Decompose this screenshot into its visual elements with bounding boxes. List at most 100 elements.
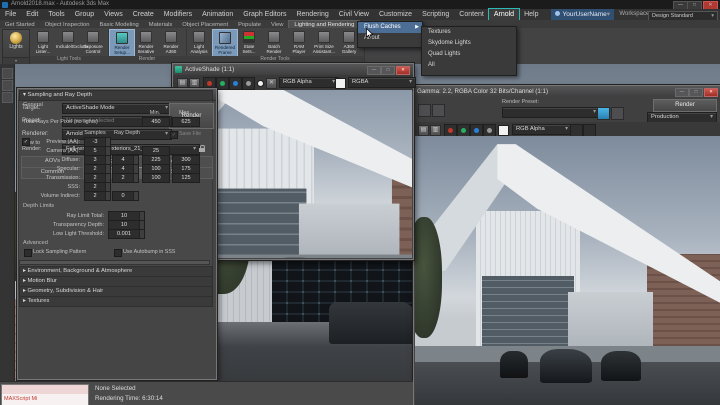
menu-edit[interactable]: Edit — [21, 9, 43, 20]
menu-customize[interactable]: Customize — [374, 9, 417, 20]
green-channel-toggle[interactable] — [216, 77, 229, 90]
workspace-select[interactable]: Design Standard▾ — [648, 11, 718, 21]
render-setup-button[interactable]: Render Setup... — [109, 29, 135, 58]
rollout-geometry[interactable]: ▸ Geometry, Subdivision & Hair — [19, 286, 213, 289]
tool-icon[interactable] — [2, 92, 13, 103]
ribbon-group-render: Render Setup... Render Iterative Render … — [108, 29, 187, 63]
menu-animation[interactable]: Animation — [197, 9, 238, 20]
menu-views[interactable]: Views — [99, 9, 128, 20]
save-image-icon[interactable]: ▤ — [418, 125, 429, 136]
submenu-item-skydome-lights[interactable]: Skydome Lights — [422, 38, 516, 49]
format-select[interactable]: RGBA▾ — [348, 77, 416, 88]
exposure-control-button[interactable]: Exposure Control — [81, 29, 105, 56]
area-to-render-icon[interactable] — [418, 104, 431, 117]
menu-create[interactable]: Create — [128, 9, 159, 20]
autobump-checkbox[interactable] — [114, 249, 122, 257]
minimize-icon[interactable]: — — [367, 66, 381, 75]
building-annex — [299, 204, 399, 258]
menu-modifiers[interactable]: Modifiers — [159, 9, 197, 20]
setup-icon[interactable] — [597, 107, 610, 120]
tool-icon[interactable] — [2, 68, 13, 79]
menu-help[interactable]: Help — [519, 9, 543, 20]
rollout-sampling[interactable]: ▾ Sampling and Ray Depth — [19, 90, 213, 101]
menu-file[interactable]: File — [0, 9, 21, 20]
rendered-image[interactable] — [415, 136, 720, 405]
menu-graph-editors[interactable]: Graph Editors — [238, 9, 291, 20]
menu-rendering[interactable]: Rendering — [291, 9, 333, 20]
view-to-render-select[interactable]: Full-render: archexteriors_21_06▾ — [62, 144, 200, 155]
light-analysis-button[interactable]: Light Analysis — [187, 29, 211, 56]
print-size-assistant-button[interactable]: Print Size Assistant... — [312, 29, 336, 56]
transmission-depth-spinner[interactable]: 2 — [112, 173, 139, 183]
render-button[interactable]: Render — [653, 99, 717, 112]
ram-player-icon — [293, 31, 305, 43]
submenu-item-quad-lights[interactable]: Quad Lights — [422, 49, 516, 60]
car — [500, 351, 527, 378]
clear-icon[interactable]: ✕ — [266, 78, 277, 89]
app-window: Arnold2018.max - Autodesk 3ds Max — □ ✕ … — [0, 0, 720, 405]
tool-icon[interactable] — [2, 80, 13, 91]
close-icon[interactable]: ✕ — [704, 88, 718, 97]
light-lister-button[interactable]: Light Lister... — [31, 29, 55, 56]
chevron-down-icon: ▾ — [409, 78, 412, 87]
lock-view-icon[interactable] — [198, 145, 206, 153]
volume-samples-spinner[interactable]: 2 — [84, 191, 111, 201]
submenu-item-all[interactable]: All — [422, 60, 516, 71]
state-sets-button[interactable]: State Sets... — [237, 29, 261, 56]
render-preset-label: Render Preset: — [502, 99, 539, 105]
menu-tools[interactable]: Tools — [43, 9, 69, 20]
chevron-down-icon: ▾ — [711, 12, 714, 20]
minimize-icon[interactable]: — — [675, 88, 689, 97]
ram-player-button[interactable]: RAM Player — [287, 29, 311, 56]
menu-civil-view[interactable]: Civil View — [334, 9, 374, 20]
activeshade-title: ActiveShade (1:1) — [185, 64, 234, 75]
clone-window-icon[interactable]: ▥ — [430, 125, 441, 136]
row-label: SSS: — [20, 183, 80, 191]
building-glass — [482, 276, 574, 357]
user-account-button[interactable]: YourUserName ▾ — [551, 9, 614, 20]
lock-view-icon[interactable] — [432, 104, 445, 117]
volume-depth-spinner[interactable]: 0 — [112, 191, 139, 201]
background-color-swatch[interactable] — [335, 78, 346, 89]
light-analysis-icon — [193, 31, 205, 43]
maximize-icon[interactable]: □ — [381, 66, 395, 75]
save-file-checkbox[interactable]: ✓ — [170, 131, 178, 139]
user-name: YourUserName — [563, 11, 607, 18]
background-color-swatch[interactable] — [498, 125, 509, 136]
render-a360-button[interactable]: Render A360 — [159, 29, 183, 56]
maxscript-macro-pane[interactable] — [2, 385, 88, 394]
row-label: Diffuse: — [20, 156, 80, 164]
render-preset-select[interactable]: ▾ — [502, 107, 600, 118]
maxscript-listener-pane[interactable]: MAXScript Mi — [2, 394, 88, 405]
submenu-arrow-icon: ▶ — [415, 22, 419, 33]
frame-window-toolbar: ▤ ▥ RGB Alpha▾ — [414, 122, 720, 137]
lock-sampling-checkbox[interactable] — [24, 249, 32, 257]
alpha-channel-toggle[interactable] — [242, 77, 255, 90]
low-light-threshold-spinner[interactable]: 0.001 — [108, 229, 145, 239]
preview-checkbox[interactable]: ✓ — [22, 138, 30, 146]
environment-icon[interactable] — [611, 107, 624, 120]
maxscript-mini-listener[interactable]: MAXScript Mi — [1, 384, 89, 405]
group-label-render-tools: Render Tools — [186, 56, 364, 63]
menu-group[interactable]: Group — [70, 9, 99, 20]
monochrome-dot-icon[interactable] — [257, 80, 264, 87]
rendered-frame-window-button[interactable]: Rendered Frame Window — [212, 29, 238, 58]
lights-button[interactable]: Lights — [2, 29, 30, 58]
batch-render-button[interactable]: Batch Render — [262, 29, 286, 56]
close-icon[interactable]: ✕ — [396, 66, 410, 75]
render-iterative-button[interactable]: Render Iterative — [134, 29, 158, 56]
maximize-icon[interactable]: □ — [689, 88, 703, 97]
menu-scripting[interactable]: Scripting — [417, 9, 454, 20]
channel-display-select[interactable]: RGB Alpha▾ — [512, 124, 572, 135]
menu-content[interactable]: Content — [454, 9, 489, 20]
include-exclude-button[interactable]: Include/Exclude — [56, 29, 80, 56]
panel-scrollbar[interactable] — [19, 260, 210, 265]
light-bulb-icon — [10, 32, 22, 44]
activeshade-icon — [175, 66, 182, 73]
submenu-item-textures[interactable]: Textures — [422, 27, 516, 38]
channel-display-select[interactable]: RGB Alpha▾ — [279, 77, 339, 88]
menu-arnold[interactable]: Arnold — [489, 9, 519, 20]
blue-channel-toggle[interactable] — [229, 77, 242, 90]
total-rays-min-value: 450 — [142, 117, 170, 127]
autobump-label: Use Autobump in SSS — [123, 248, 175, 256]
